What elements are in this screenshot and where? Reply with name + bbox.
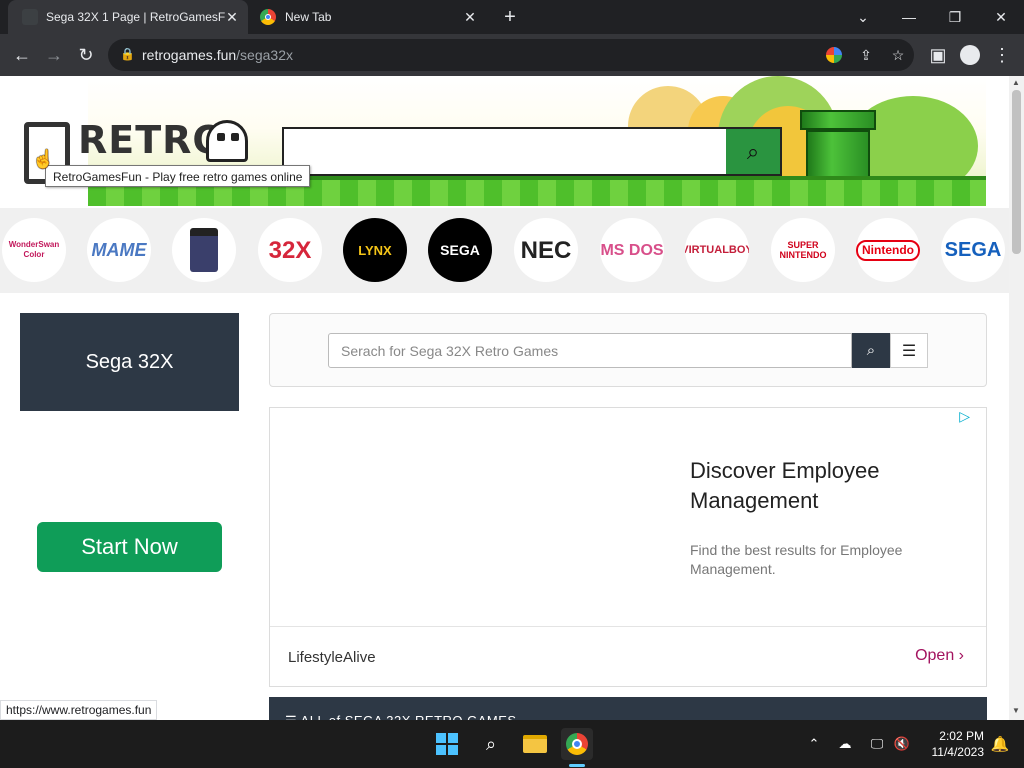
page-scrollbar[interactable]: ▲ ▼: [1009, 76, 1024, 720]
game-search-panel: ⌕ ☰: [269, 313, 987, 387]
console-nec[interactable]: NEC: [514, 218, 578, 282]
console-super-nintendo[interactable]: SUPER NINTENDO: [771, 218, 835, 282]
scroll-down-icon[interactable]: ▼: [1012, 706, 1020, 715]
address-bar[interactable]: 🔒 retrogames.fun/sega32x ⇪ ☆: [108, 39, 914, 71]
share-icon[interactable]: ⇪: [857, 46, 875, 64]
game-search-input[interactable]: [328, 333, 852, 368]
web-page: RETRO ⌕ RetroGamesFun - Play free retro …: [0, 76, 1009, 720]
site-logo[interactable]: RETRO: [78, 118, 226, 162]
console-mame[interactable]: MAME: [87, 218, 151, 282]
chevron-right-icon: ›: [958, 647, 964, 664]
url-text: retrogames.fun/sega32x: [142, 47, 293, 63]
hamburger-menu-icon: ☰: [901, 342, 917, 360]
chevron-up-icon[interactable]: ⌃: [798, 728, 830, 760]
reload-icon[interactable]: ↻: [72, 41, 100, 69]
active-app-indicator: [569, 764, 585, 767]
console-nintendo[interactable]: Nintendo: [856, 218, 920, 282]
tab-title: Sega 32X 1 Page | RetroGamesFun: [46, 10, 226, 24]
start-now-button[interactable]: Start Now: [37, 522, 222, 572]
minimize-icon[interactable]: —: [886, 0, 932, 34]
hand-cursor-icon: ☝: [32, 149, 55, 169]
browser-tab-strip: Sega 32X 1 Page | RetroGamesFun ✕ New Ta…: [0, 0, 1024, 34]
chrome-favicon-icon: [260, 9, 276, 25]
search-icon[interactable]: ⌕: [475, 728, 507, 760]
console-carousel: WonderSwan Color MAME 32X LYNX SEGA NEC …: [0, 208, 1009, 293]
scrollbar-thumb[interactable]: [1012, 90, 1021, 254]
header-search-field[interactable]: ⌕: [282, 127, 782, 176]
console-arcade[interactable]: [172, 218, 236, 282]
tab-new-tab[interactable]: New Tab ✕: [250, 0, 486, 34]
warp-pipe-decoration: [800, 110, 876, 130]
scroll-up-icon[interactable]: ▲: [1012, 78, 1020, 87]
bookmark-star-icon[interactable]: ☆: [889, 46, 907, 64]
system-clock[interactable]: 2:02 PM 11/4/2023: [932, 728, 985, 760]
side-panel-icon[interactable]: ▣: [924, 41, 952, 69]
site-favicon-icon: [22, 9, 38, 25]
console-wonderswan-color[interactable]: WonderSwan Color: [2, 218, 66, 282]
menu-kebab-icon[interactable]: ⋮: [988, 41, 1016, 69]
game-search-button[interactable]: ⌕: [852, 333, 890, 368]
ad-advertiser: LifestyleAlive: [288, 649, 376, 666]
logo-tooltip: RetroGamesFun - Play free retro games on…: [45, 165, 311, 187]
ad-panel[interactable]: ▷ Discover Employee Management Find the …: [269, 407, 987, 687]
search-icon: ⌕: [866, 342, 876, 359]
ad-open-button[interactable]: Open ›: [915, 647, 964, 665]
file-explorer-icon[interactable]: [519, 728, 551, 760]
search-icon: ⌕: [746, 138, 760, 164]
console-sega-cd[interactable]: SEGA: [428, 218, 492, 282]
back-icon[interactable]: ←: [8, 41, 36, 69]
restore-icon[interactable]: ❐: [932, 0, 978, 34]
close-tab-icon[interactable]: ✕: [224, 9, 240, 25]
menu-button[interactable]: ☰: [890, 333, 928, 368]
windows-start-icon[interactable]: [431, 728, 463, 760]
chrome-taskbar-icon[interactable]: [561, 728, 593, 760]
tab-title: New Tab: [285, 10, 332, 24]
onedrive-icon[interactable]: ☁: [829, 728, 861, 760]
volume-muted-icon[interactable]: 🔇: [886, 728, 918, 760]
forward-icon[interactable]: →: [40, 41, 68, 69]
console-ms-dos[interactable]: MS DOS: [600, 218, 664, 282]
link-status-bubble: https://www.retrogames.fun: [0, 700, 158, 720]
notification-bell-icon[interactable]: 🔔: [984, 728, 1016, 760]
ad-choices-icon[interactable]: ▷: [959, 408, 970, 425]
ad-description: Find the best results for Employee Manag…: [690, 542, 903, 577]
clock-time: 2:02 PM: [939, 729, 984, 743]
lock-icon[interactable]: 🔒: [120, 47, 135, 61]
console-lynx[interactable]: LYNX: [343, 218, 407, 282]
new-tab-button[interactable]: +: [498, 5, 522, 29]
google-lens-icon[interactable]: [825, 46, 843, 64]
ad-divider: [270, 626, 986, 627]
tab-search-icon[interactable]: ⌄: [840, 0, 886, 34]
close-tab-icon[interactable]: ✕: [462, 9, 478, 25]
close-window-icon[interactable]: ✕: [978, 0, 1024, 34]
game-list-header: ☰ ALL of SEGA 32X RETRO GAMES: [269, 697, 987, 720]
windows-taskbar: ⌕ ⌃ ☁ 🖵 🔇 2:02 PM 11/4/2023 🔔: [0, 720, 1024, 768]
category-title-box: Sega 32X: [20, 313, 239, 411]
console-virtual-boy[interactable]: VIRTUALBOY: [685, 218, 749, 282]
arcade-cabinet-icon: [190, 228, 218, 272]
console-sega[interactable]: SEGA: [941, 218, 1005, 282]
header-search-button[interactable]: ⌕: [726, 129, 780, 174]
browser-toolbar: ← → ↻ 🔒 retrogames.fun/sega32x ⇪ ☆ ▣ ⋮: [0, 34, 1024, 76]
ad-headline[interactable]: Discover Employee Management: [690, 456, 950, 516]
profile-avatar[interactable]: [956, 41, 984, 69]
console-32x[interactable]: 32X: [258, 218, 322, 282]
ghost-mascot-icon: [206, 120, 248, 162]
clock-date: 11/4/2023: [931, 745, 985, 759]
tab-sega-32x[interactable]: Sega 32X 1 Page | RetroGamesFun ✕: [8, 0, 248, 34]
